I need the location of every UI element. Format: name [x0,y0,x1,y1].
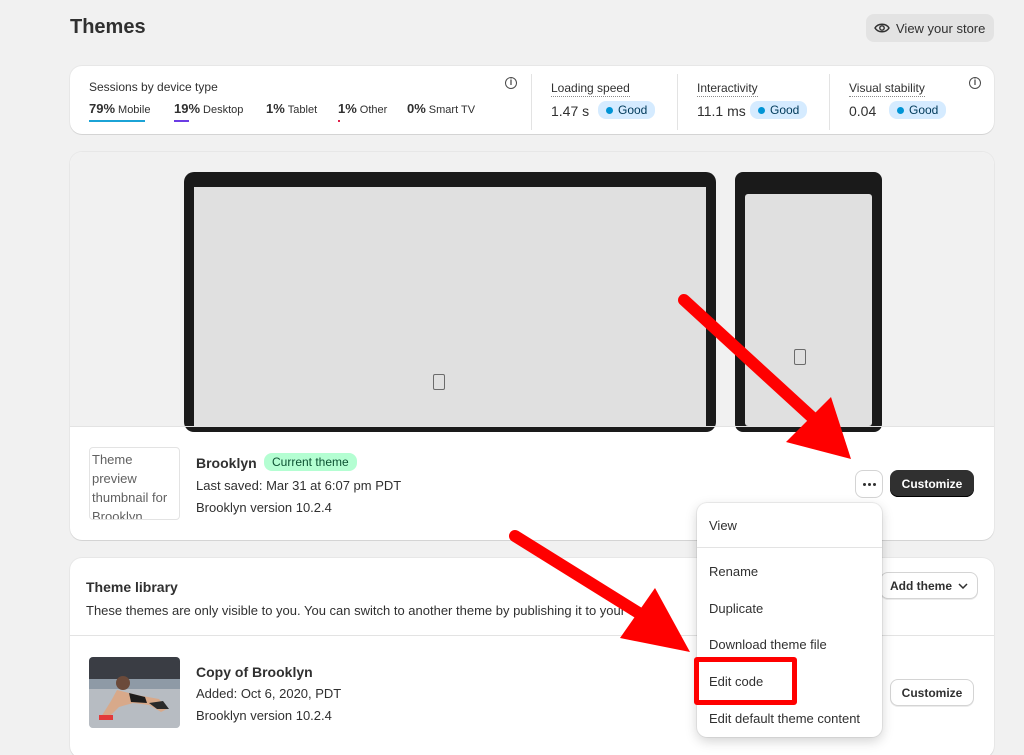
library-title: Theme library [86,579,178,595]
view-store-label: View your store [896,20,986,36]
menu-item-edit-default-content[interactable]: Edit default theme content [709,711,860,726]
device-pct: 0% [407,101,426,116]
metrics-divider [677,74,678,130]
view-store-button[interactable]: View your store [866,14,994,42]
chevron-down-icon [958,582,968,589]
device-mobile: 79% Mobile [89,101,150,116]
device-tablet: 1% Tablet [266,101,317,116]
image-placeholder-icon [794,349,806,365]
info-icon[interactable]: i [969,77,981,89]
badge-label: Good [618,103,648,117]
library-theme-version: Brooklyn version 10.2.4 [196,708,332,723]
visual-stability-value: 0.04 [849,103,877,119]
badge-label: Good [770,103,800,117]
device-smart-tv: 0% Smart TV [407,101,475,116]
mobile-bar [89,120,145,122]
loading-speed-label[interactable]: Loading speed [551,81,630,97]
metrics-divider [531,74,532,130]
device-pct: 1% [338,101,357,116]
loading-speed-value: 1.47 s [551,103,590,119]
add-theme-button[interactable]: Add theme [880,572,978,599]
athlete-photo [89,657,180,728]
image-placeholder-icon [433,374,445,390]
last-saved: Last saved: Mar 31 at 6:07 pm PDT [196,478,402,493]
customize-button[interactable]: Customize [890,470,974,497]
device-pct: 19% [174,101,201,116]
metrics-divider [829,74,830,130]
device-other: 1% Other [338,101,387,116]
ellipsis-icon [862,482,866,486]
theme-name: Brooklyn [196,455,257,471]
theme-version: Brooklyn version 10.2.4 [196,500,332,515]
status-badge: Good [889,101,947,119]
status-badge: Good [598,101,656,119]
desktop-bar [174,120,189,122]
mobile-preview-screen [745,194,872,426]
device-pct: 79% [89,101,116,116]
menu-item-view[interactable]: View [709,518,737,533]
device-desktop: 19% Desktop [174,101,243,116]
library-description: These themes are only visible to you. Yo… [86,603,662,618]
menu-item-rename[interactable]: Rename [709,564,758,579]
device-name: Smart TV [428,104,476,116]
info-icon[interactable]: i [505,77,517,89]
device-pct: 1% [266,101,285,116]
current-theme-badge: Current theme [264,453,357,471]
library-theme-added: Added: Oct 6, 2020, PDT [196,686,342,701]
eye-icon [874,23,890,33]
add-theme-label: Add theme [889,578,952,593]
menu-divider [697,547,882,548]
theme-thumbnail: Theme preview thumbnail for Brooklyn [89,447,180,520]
library-theme-name: Copy of Brooklyn [196,664,313,680]
other-bar [338,120,340,122]
badge-label: Good [909,103,939,117]
menu-item-download[interactable]: Download theme file [709,637,827,652]
theme-thumbnail [89,657,180,728]
device-name: Desktop [203,104,244,116]
desktop-preview-screen [194,187,706,427]
visual-stability-label[interactable]: Visual stability [849,81,925,97]
library-customize-button[interactable]: Customize [890,679,974,706]
sessions-title: Sessions by device type [89,80,218,94]
device-name: Mobile [118,104,151,116]
device-name: Tablet [287,104,318,116]
edit-code-highlight [694,657,797,705]
page-title: Themes [70,16,146,38]
more-actions-button[interactable] [855,470,883,498]
metrics-card [70,66,994,134]
status-badge: Good [750,101,808,119]
divider [70,426,994,427]
interactivity-value: 11.1 ms [697,103,746,119]
menu-item-duplicate[interactable]: Duplicate [709,601,763,616]
device-name: Other [359,104,388,116]
interactivity-label[interactable]: Interactivity [697,81,758,97]
